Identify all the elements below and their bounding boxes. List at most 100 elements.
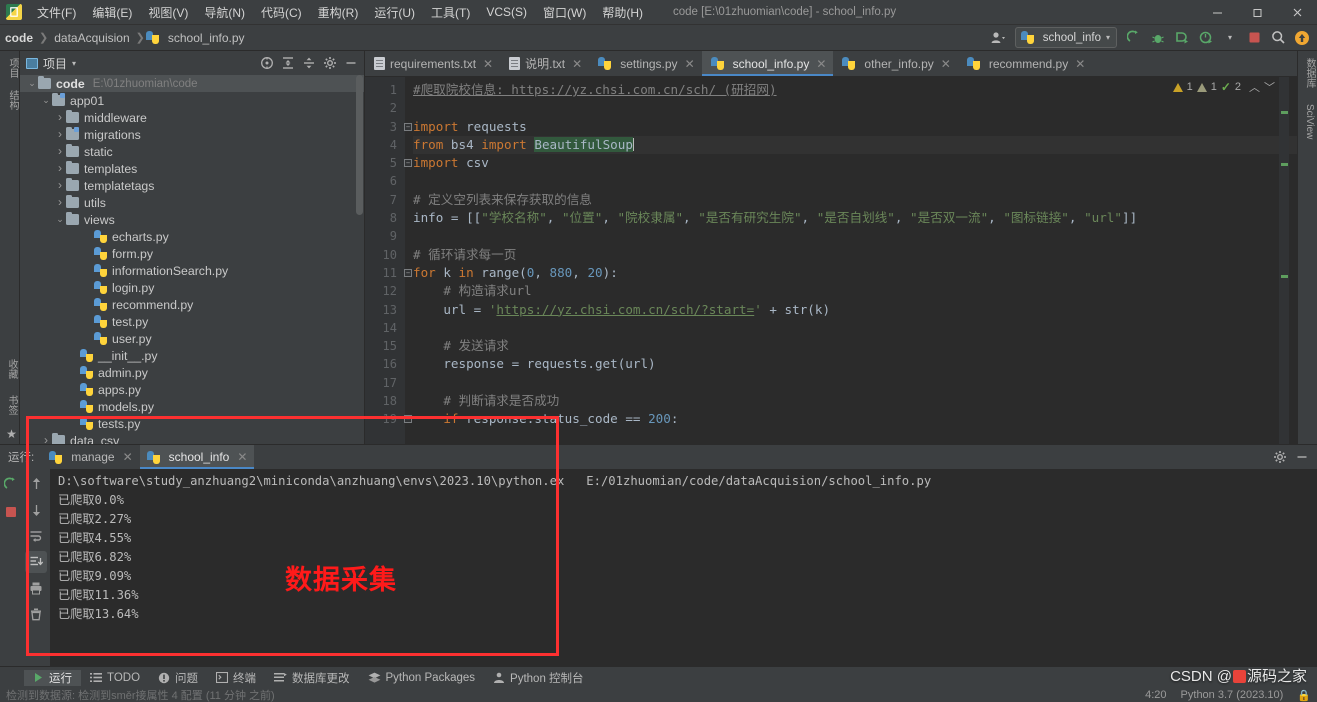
update-project-icon[interactable]: [1291, 27, 1313, 49]
chevron-down-icon[interactable]: ▾: [1219, 27, 1241, 49]
hide-panel-icon[interactable]: [1293, 448, 1311, 466]
close-icon[interactable]: ✕: [685, 57, 695, 71]
tree-item-informationsearch-py[interactable]: informationSearch.py: [20, 262, 364, 279]
rail-item-sciview[interactable]: SciView: [1302, 101, 1317, 142]
project-tree[interactable]: ⌄ code E:\01zhuomian\code ⌄ app01 › middleware…: [20, 75, 364, 444]
close-icon[interactable]: ✕: [572, 57, 582, 71]
chevron-right-icon[interactable]: ›: [54, 194, 66, 211]
tree-item-views[interactable]: ⌄ views: [20, 211, 364, 228]
tree-item-templatetags[interactable]: › templatetags: [20, 177, 364, 194]
profile-icon[interactable]: [1195, 27, 1217, 49]
editor-tab-recommend-py[interactable]: recommend.py ✕: [958, 51, 1092, 76]
inspection-widget[interactable]: 1 1 ✓ 2 ︿ ﹀: [1172, 79, 1275, 95]
tree-item-form-py[interactable]: form.py: [20, 245, 364, 262]
close-icon[interactable]: ✕: [816, 57, 826, 71]
code-line[interactable]: [413, 99, 1297, 117]
code-line[interactable]: for k in range(0, 880, 20):: [413, 264, 1297, 282]
menu-view[interactable]: 视图(V): [140, 1, 196, 24]
stop-icon[interactable]: [1243, 27, 1265, 49]
rail-item-database[interactable]: 数据库: [1300, 55, 1317, 91]
settings-icon[interactable]: [321, 54, 339, 72]
code-line[interactable]: url = 'https://yz.chsi.com.cn/sch/?start…: [413, 301, 1297, 319]
code-line[interactable]: # 判断请求是否成功: [413, 392, 1297, 410]
tree-item-migrations[interactable]: › migrations: [20, 126, 364, 143]
scroll-up-icon[interactable]: [25, 473, 47, 495]
tree-item-utils[interactable]: › utils: [20, 194, 364, 211]
soft-wrap-icon[interactable]: [25, 525, 47, 547]
hide-panel-icon[interactable]: [342, 54, 360, 72]
editor-gutter[interactable]: 1 2 3−4 5−6 7 8 9 10 11−12 13 14 15 16 17 18 19−: [365, 77, 412, 444]
chevron-down-icon[interactable]: ⌄: [40, 92, 52, 109]
tree-item-recommend-py[interactable]: recommend.py: [20, 296, 364, 313]
tree-item-templates[interactable]: › templates: [20, 160, 364, 177]
close-icon[interactable]: ✕: [941, 57, 951, 71]
code-line[interactable]: from bs4 import BeautifulSoup: [413, 135, 1297, 155]
print-icon[interactable]: [25, 577, 47, 599]
tree-item-data-csv[interactable]: › data_csv: [20, 432, 364, 444]
menu-refactor[interactable]: 重构(R): [310, 1, 367, 24]
caret-position[interactable]: 4:20: [1145, 689, 1166, 701]
tree-item-apps-py[interactable]: apps.py: [20, 381, 364, 398]
code-line[interactable]: import requests: [413, 118, 1297, 136]
run-tab-manage[interactable]: manage ✕: [42, 445, 139, 469]
menu-code[interactable]: 代码(C): [253, 1, 310, 24]
search-everywhere-icon[interactable]: [1267, 27, 1289, 49]
code-line[interactable]: info = [["学校名称", "位置", "院校隶属", "是否有研究生院"…: [413, 209, 1297, 227]
close-icon[interactable]: ✕: [483, 57, 493, 71]
code-line[interactable]: # 发送请求: [413, 337, 1297, 355]
tree-item-app01[interactable]: ⌄ app01: [20, 92, 364, 109]
editor-tab-settings-py[interactable]: settings.py ✕: [589, 51, 701, 76]
chevron-right-icon[interactable]: ›: [54, 126, 66, 143]
breadcrumb-file[interactable]: school_info.py: [163, 29, 250, 47]
rail-item-favorites[interactable]: 收藏: [2, 356, 21, 382]
run-configuration-selector[interactable]: school_info ▾: [1014, 27, 1117, 48]
code-line[interactable]: [413, 172, 1297, 190]
editor-tab-school-info-py[interactable]: school_info.py ✕: [701, 51, 834, 76]
chevron-right-icon[interactable]: ›: [54, 160, 66, 177]
tree-item-tests-py[interactable]: tests.py: [20, 415, 364, 432]
maximize-button[interactable]: [1237, 0, 1277, 25]
editor-tab----txt[interactable]: 说明.txt ✕: [500, 51, 589, 76]
menu-file[interactable]: 文件(F): [29, 1, 84, 24]
scroll-down-icon[interactable]: [25, 499, 47, 521]
clear-all-icon[interactable]: [25, 603, 47, 625]
menu-vcs[interactable]: VCS(S): [478, 2, 535, 22]
lock-icon[interactable]: 🔒: [1297, 689, 1311, 702]
code-line[interactable]: [413, 319, 1297, 337]
user-avatar-icon[interactable]: [987, 27, 1009, 49]
code-line[interactable]: # 定义空列表来保存获取的信息: [413, 191, 1297, 209]
chevron-down-icon[interactable]: ▾: [72, 59, 76, 68]
close-icon[interactable]: ✕: [123, 450, 133, 464]
prev-highlight-icon[interactable]: ︿: [1249, 79, 1260, 95]
code-line[interactable]: # 循环请求每一页: [413, 246, 1297, 264]
editor-tab-requirements-txt[interactable]: requirements.txt ✕: [365, 51, 500, 76]
tree-item-models-py[interactable]: models.py: [20, 398, 364, 415]
collapse-all-icon[interactable]: [300, 54, 318, 72]
run-icon[interactable]: [1123, 27, 1145, 49]
project-tree-scrollbar[interactable]: [356, 75, 363, 215]
code-line[interactable]: [413, 374, 1297, 392]
run-console-output[interactable]: D:\software\study_anzhuang2\miniconda\an…: [50, 469, 1317, 666]
rerun-icon[interactable]: [0, 473, 22, 495]
menu-window[interactable]: 窗口(W): [535, 1, 594, 24]
bottom-tab-python-packages[interactable]: Python Packages: [359, 672, 485, 684]
tree-item-static[interactable]: › static: [20, 143, 364, 160]
run-tab-school-info[interactable]: school_info ✕: [139, 445, 255, 469]
bottom-tab-terminal[interactable]: 终端: [207, 670, 265, 686]
next-highlight-icon[interactable]: ﹀: [1264, 79, 1275, 95]
bottom-tab-python-console[interactable]: Python 控制台: [484, 670, 593, 686]
code-editor[interactable]: 1 2 3−4 5−6 7 8 9 10 11−12 13 14 15 16 17 18 19− #爬取院校信…: [365, 77, 1297, 444]
run-with-coverage-icon[interactable]: [1171, 27, 1193, 49]
tree-item---init---py[interactable]: __init__.py: [20, 347, 364, 364]
close-button[interactable]: [1277, 0, 1317, 25]
code-line[interactable]: # 构造请求url: [413, 282, 1297, 300]
settings-icon[interactable]: [1271, 448, 1289, 466]
code-line[interactable]: if response.status_code == 200:: [413, 410, 1297, 428]
tree-item-admin-py[interactable]: admin.py: [20, 364, 364, 381]
interpreter-label[interactable]: Python 3.7 (2023.10): [1181, 689, 1284, 701]
menu-edit[interactable]: 编辑(E): [84, 1, 140, 24]
code-line[interactable]: [413, 227, 1297, 245]
code-line[interactable]: import csv: [413, 154, 1297, 172]
chevron-right-icon[interactable]: ›: [54, 143, 66, 160]
bottom-tab-db-changes[interactable]: 数据库更改: [265, 670, 359, 686]
